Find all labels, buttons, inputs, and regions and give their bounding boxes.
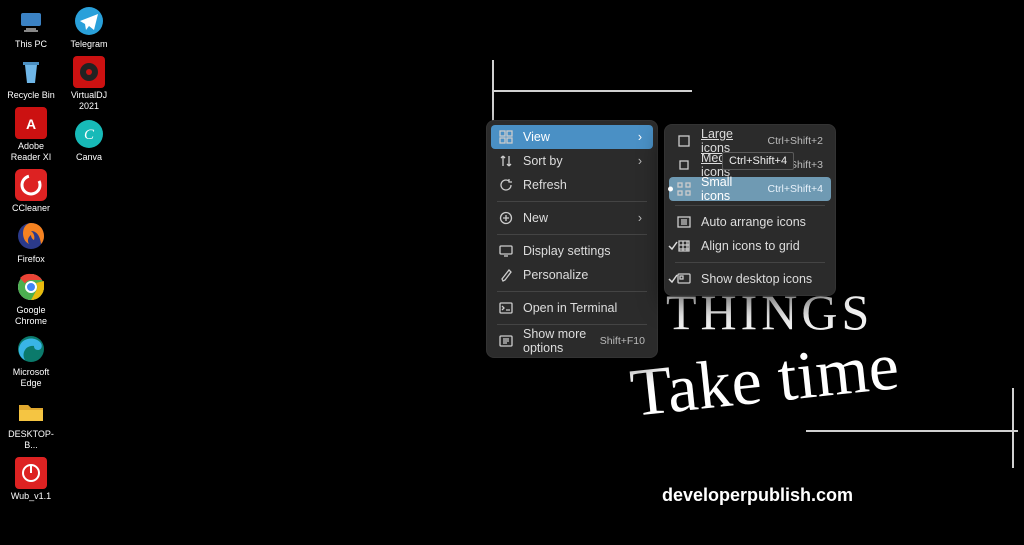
menu-item-show-desktop-icons[interactable]: Show desktop icons [669, 267, 831, 291]
menu-item-label: Personalize [523, 268, 645, 282]
menu-item-shortcut: Ctrl+Shift+4 [768, 183, 823, 195]
selected-dot-icon [668, 187, 673, 192]
lg-icon [675, 132, 693, 150]
desktop-icon-adobe-reader[interactable]: A Adobe Reader XI [2, 104, 60, 166]
chevron-right-icon: › [635, 130, 645, 144]
menu-item-label: Open in Terminal [523, 301, 645, 315]
menu-separator [497, 201, 647, 202]
check-icon [667, 240, 679, 252]
desktop-icon-label: CCleaner [12, 203, 50, 214]
menu-item-label: View [523, 130, 629, 144]
recycle-bin-icon [15, 56, 47, 88]
desktop-context-menu[interactable]: View › Sort by › Refresh New › Display settings… [486, 120, 658, 358]
refresh-icon [497, 176, 515, 194]
wallpaper-line [806, 430, 1018, 432]
menu-item-label: Small icons [701, 175, 760, 203]
menu-item-label: Show more options [523, 327, 592, 355]
menu-item-large-icons[interactable]: Large iconsCtrl+Shift+2 [669, 129, 831, 153]
svg-text:A: A [26, 116, 36, 132]
menu-item-show-more-options[interactable]: Show more options Shift+F10 [491, 329, 653, 353]
desktop-folder-icon [15, 395, 47, 427]
menu-item-open-in-terminal[interactable]: Open in Terminal [491, 296, 653, 320]
menu-item-shortcut: Shift+F10 [600, 335, 645, 347]
chevron-right-icon: › [635, 154, 645, 168]
edge-icon [15, 333, 47, 365]
desktop-icon-label: This PC [15, 39, 47, 50]
desktop-icon-edge[interactable]: Microsoft Edge [2, 330, 60, 392]
desktop-icon-label: Canva [76, 152, 102, 163]
menu-item-align-icons-to-grid[interactable]: Align icons to grid [669, 234, 831, 258]
desktop-icon-label: Recycle Bin [7, 90, 55, 101]
desktop-icon-label: VirtualDJ 2021 [62, 90, 116, 112]
shortcut-tooltip: Ctrl+Shift+4 [722, 152, 794, 170]
menu-item-small-icons[interactable]: Small icons Ctrl+Shift+4 [669, 177, 831, 201]
desktop-icon-label: Microsoft Edge [4, 367, 58, 389]
menu-separator [497, 291, 647, 292]
md-icon [675, 156, 693, 174]
menu-separator [497, 324, 647, 325]
grid-icon [497, 128, 515, 146]
check-icon [667, 273, 679, 285]
wallpaper-footer: developerpublish.com [662, 485, 853, 506]
firefox-icon [15, 220, 47, 252]
wallpaper-script: Take time [627, 326, 903, 433]
sm-icon [675, 180, 693, 198]
desktop[interactable]: This PC Recycle Bin A Adobe Reader XI CCl… [2, 2, 118, 505]
menu-item-refresh[interactable]: Refresh [491, 173, 653, 197]
desktop-icon-canva[interactable]: C Canva [60, 115, 118, 166]
menu-item-display-settings[interactable]: Display settings [491, 239, 653, 263]
sort-icon [497, 152, 515, 170]
adobe-reader-icon: A [15, 107, 47, 139]
telegram-icon [73, 5, 105, 37]
menu-item-label: Auto arrange icons [701, 215, 823, 229]
desktop-icon-label: Adobe Reader XI [4, 141, 58, 163]
ccleaner-icon [15, 169, 47, 201]
menu-item-label: Display settings [523, 244, 645, 258]
desktop-icon-label: Telegram [70, 39, 107, 50]
desktop-icon-recycle-bin[interactable]: Recycle Bin [2, 53, 60, 104]
svg-text:C: C [84, 127, 95, 143]
menu-item-sort-by[interactable]: Sort by › [491, 149, 653, 173]
desktop-icon-label: Firefox [17, 254, 45, 265]
menu-item-label: Align icons to grid [701, 239, 823, 253]
display-icon [497, 242, 515, 260]
desktop-icon-label: DESKTOP-B... [4, 429, 58, 451]
menu-item-auto-arrange-icons[interactable]: Auto arrange icons [669, 210, 831, 234]
menu-item-label: Sort by [523, 154, 629, 168]
desktop-icon-ccleaner[interactable]: CCleaner [2, 166, 60, 217]
menu-separator [497, 234, 647, 235]
wallpaper-line [492, 90, 692, 92]
auto-icon [675, 213, 693, 231]
menu-item-label: Refresh [523, 178, 645, 192]
desktop-icon-desktop-folder[interactable]: DESKTOP-B... [2, 392, 60, 454]
desktop-icon-wub[interactable]: Wub_v1.1 [2, 454, 60, 505]
desktop-icon-firefox[interactable]: Firefox [2, 217, 60, 268]
chevron-right-icon: › [635, 211, 645, 225]
canva-icon: C [73, 118, 105, 150]
desktop-icon-label: Google Chrome [4, 305, 58, 327]
terminal-icon [497, 299, 515, 317]
menu-item-view[interactable]: View › [491, 125, 653, 149]
brush-icon [497, 266, 515, 284]
menu-item-new[interactable]: New › [491, 206, 653, 230]
menu-item-personalize[interactable]: Personalize [491, 263, 653, 287]
desktop-icon-label: Wub_v1.1 [11, 491, 51, 502]
menu-separator [675, 262, 825, 263]
more-icon [497, 332, 515, 350]
desktop-icon-telegram[interactable]: Telegram [60, 2, 118, 53]
plus-icon [497, 209, 515, 227]
wallpaper-line [1012, 388, 1014, 468]
view-submenu[interactable]: Large iconsCtrl+Shift+2Medium iconsCtrl+… [664, 124, 836, 296]
desktop-icon-this-pc[interactable]: This PC [2, 2, 60, 53]
wub-icon [15, 457, 47, 489]
menu-item-shortcut: Ctrl+Shift+2 [768, 135, 823, 147]
virtualdj-icon [73, 56, 105, 88]
desktop-icon-chrome[interactable]: Google Chrome [2, 268, 60, 330]
menu-separator [675, 205, 825, 206]
this-pc-icon [15, 5, 47, 37]
menu-item-label: New [523, 211, 629, 225]
desktop-icon-virtualdj[interactable]: VirtualDJ 2021 [60, 53, 118, 115]
menu-item-label: Show desktop icons [701, 272, 823, 286]
chrome-icon [15, 271, 47, 303]
